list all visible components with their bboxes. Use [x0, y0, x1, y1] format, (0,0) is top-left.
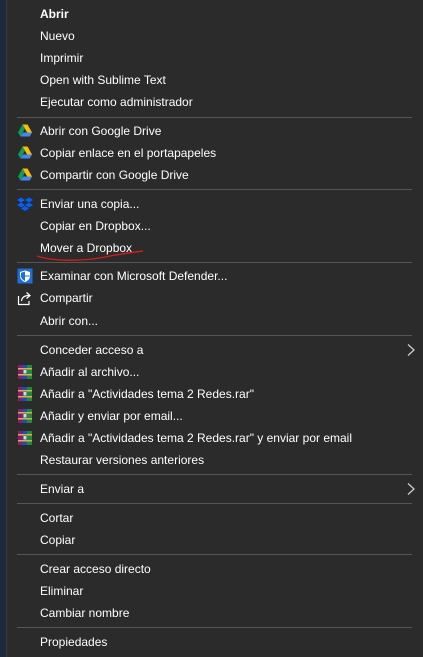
- menu-item-properties[interactable]: Propiedades: [7, 631, 417, 653]
- google-drive-icon: [18, 146, 32, 159]
- menu-item-label: Ejecutar como administrador: [40, 95, 193, 109]
- menu-item-create-shortcut[interactable]: Crear acceso directo: [7, 558, 417, 580]
- menu-item-label: Compartir con Google Drive: [40, 168, 189, 182]
- menu-item-gdrive-share[interactable]: Compartir con Google Drive: [7, 164, 417, 186]
- menu-item-label: Compartir: [40, 291, 93, 305]
- menu-item-label: Crear acceso directo: [40, 562, 151, 576]
- menu-item-label: Examinar con Microsoft Defender...: [40, 269, 228, 283]
- menu-separator: [17, 117, 412, 118]
- chevron-right-icon: [407, 483, 415, 495]
- menu-separator: [17, 335, 412, 336]
- menu-item-label: Copiar en Dropbox...: [40, 219, 151, 233]
- menu-item-gdrive-open[interactable]: Abrir con Google Drive: [7, 120, 417, 142]
- menu-item-label: Enviar una copia...: [40, 197, 140, 211]
- menu-item-rar-add-email[interactable]: Añadir y enviar por email...: [7, 405, 417, 427]
- menu-separator: [17, 554, 412, 555]
- menu-item-open-sublime[interactable]: Open with Sublime Text: [7, 69, 417, 91]
- menu-separator: [17, 262, 412, 263]
- menu-item-rename[interactable]: Cambiar nombre: [7, 602, 417, 624]
- menu-item-label: Enviar a: [40, 482, 85, 496]
- menu-item-send-to[interactable]: Enviar a: [7, 478, 417, 500]
- menu-item-label: Cambiar nombre: [40, 606, 130, 620]
- menu-item-label: Copiar enlace en el portapapeles: [40, 146, 217, 160]
- menu-item-label: Conceder acceso a: [40, 343, 144, 357]
- menu-item-grant-access[interactable]: Conceder acceso a: [7, 339, 417, 361]
- menu-item-label: Propiedades: [40, 635, 108, 649]
- menu-item-label: Abrir: [40, 7, 69, 21]
- menu-item-gdrive-copy-link[interactable]: Copiar enlace en el portapapeles: [7, 142, 417, 164]
- menu-item-label: Copiar: [40, 533, 76, 547]
- share-icon: [17, 292, 31, 306]
- menu-item-open[interactable]: Abrir: [7, 3, 417, 25]
- menu-item-share[interactable]: Compartir: [7, 287, 417, 309]
- menu-item-dropbox-send-copy[interactable]: Enviar una copia...: [7, 193, 417, 215]
- google-drive-icon: [18, 168, 32, 181]
- menu-item-rar-add[interactable]: Añadir al archivo...: [7, 361, 417, 383]
- menu-item-label: Añadir a "Actividades tema 2 Redes.rar" …: [40, 431, 352, 445]
- red-underline-annotation: [36, 250, 144, 261]
- menu-item-cut[interactable]: Cortar: [7, 507, 417, 529]
- menu-item-label: Abrir con Google Drive: [40, 124, 162, 138]
- microsoft-defender-icon: [17, 268, 33, 284]
- menu-item-label: Open with Sublime Text: [40, 73, 166, 87]
- menu-item-restore-versions[interactable]: Restaurar versiones anteriores: [7, 449, 417, 471]
- menu-separator: [17, 474, 412, 475]
- menu-item-rar-add-named-email[interactable]: Añadir a "Actividades tema 2 Redes.rar" …: [7, 427, 417, 449]
- context-menu: Abrir Nuevo Imprimir Open with Sublime T…: [6, 0, 423, 657]
- menu-item-label: Añadir a "Actividades tema 2 Redes.rar": [40, 387, 254, 401]
- menu-item-rar-add-named[interactable]: Añadir a "Actividades tema 2 Redes.rar": [7, 383, 417, 405]
- menu-separator: [17, 627, 412, 628]
- menu-item-label: Cortar: [40, 511, 74, 525]
- chevron-right-icon: [407, 344, 415, 356]
- menu-item-label: Imprimir: [40, 51, 84, 65]
- menu-item-print[interactable]: Imprimir: [7, 47, 417, 69]
- menu-item-copy[interactable]: Copiar: [7, 529, 417, 551]
- menu-item-label: Añadir al archivo...: [40, 365, 140, 379]
- winrar-icon: [18, 387, 32, 401]
- menu-item-open-with[interactable]: Abrir con...: [7, 310, 417, 332]
- menu-separator: [17, 503, 412, 504]
- menu-item-dropbox-copy[interactable]: Copiar en Dropbox...: [7, 215, 417, 237]
- winrar-icon: [18, 409, 32, 423]
- winrar-icon: [18, 365, 32, 379]
- menu-item-label: Añadir y enviar por email...: [40, 409, 183, 423]
- menu-item-delete[interactable]: Eliminar: [7, 580, 417, 602]
- menu-item-new[interactable]: Nuevo: [7, 25, 417, 47]
- google-drive-icon: [18, 124, 32, 137]
- menu-item-label: Abrir con...: [40, 314, 99, 328]
- menu-item-defender-scan[interactable]: Examinar con Microsoft Defender...: [7, 265, 417, 287]
- winrar-icon: [18, 431, 32, 445]
- menu-item-label: Restaurar versiones anteriores: [40, 453, 205, 467]
- menu-item-label: Eliminar: [40, 584, 84, 598]
- menu-separator: [17, 189, 412, 190]
- dropbox-icon: [17, 197, 33, 211]
- menu-item-label: Nuevo: [40, 29, 75, 43]
- menu-item-run-as-admin[interactable]: Ejecutar como administrador: [7, 91, 417, 113]
